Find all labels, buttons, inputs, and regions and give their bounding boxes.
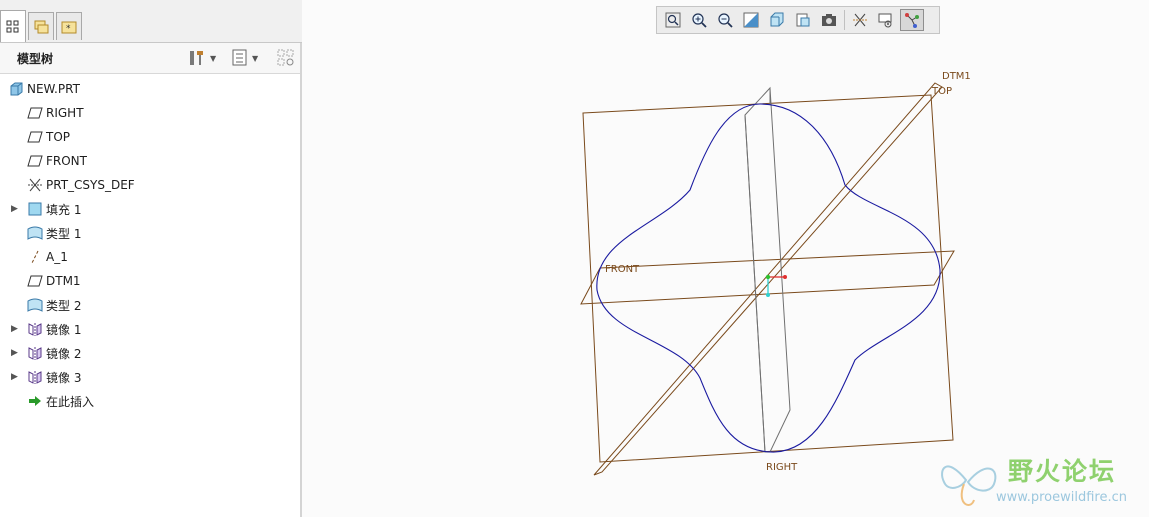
- display-style-button[interactable]: [765, 9, 789, 31]
- saved-views-icon: [796, 13, 810, 27]
- forum-watermark: 野火论坛 www.proewildfire.cn: [936, 450, 1146, 512]
- surface-strip-edge: [744, 114, 766, 453]
- graphics-window[interactable]: DTM1 TOP FRONT RIGHT: [0, 0, 1149, 517]
- spin-center-button[interactable]: [900, 9, 924, 31]
- zoom-in-icon: [692, 13, 707, 28]
- watermark-title: 野火论坛: [1008, 457, 1117, 486]
- dtm1-plane-label: DTM1: [942, 71, 971, 82]
- toolbar-separator: [844, 10, 845, 30]
- repaint-icon: [743, 12, 759, 28]
- right-plane-label: RIGHT: [766, 462, 798, 473]
- view-manager-icon: [822, 14, 836, 26]
- datum-display-icon: [853, 13, 867, 27]
- csys-x-marker: [783, 275, 787, 279]
- zoom-out-icon: [718, 13, 733, 28]
- csys-origin: [765, 274, 771, 280]
- zoom-out-button[interactable]: [713, 9, 737, 31]
- right-surface-strip[interactable]: [744, 86, 791, 453]
- saved-views-button[interactable]: [791, 9, 815, 31]
- datum-display-button[interactable]: [848, 9, 872, 31]
- annotation-display-icon: [878, 13, 892, 28]
- refit-icon: [665, 12, 681, 28]
- display-style-icon: [770, 12, 784, 27]
- spin-center-icon: [905, 13, 919, 28]
- watermark-url: www.proewildfire.cn: [996, 490, 1127, 505]
- top-plane-label: TOP: [931, 86, 952, 97]
- view-toolbar: [656, 6, 940, 34]
- repaint-button[interactable]: [739, 9, 763, 31]
- refit-button[interactable]: [661, 9, 685, 31]
- front-plane-label: FRONT: [605, 264, 640, 275]
- csys-y-marker: [766, 293, 770, 297]
- annotation-display-button[interactable]: [874, 9, 898, 31]
- zoom-in-button[interactable]: [687, 9, 711, 31]
- view-manager-button[interactable]: [817, 9, 841, 31]
